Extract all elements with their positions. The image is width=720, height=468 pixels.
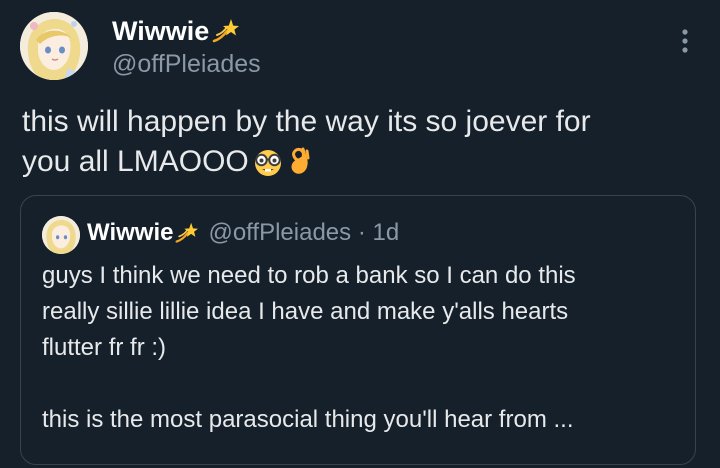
quote-text-line: this is the most parasocial thing you'll…	[42, 406, 574, 433]
quote-separator: ·	[357, 219, 366, 246]
quote-handle[interactable]: @offPleiades	[208, 219, 351, 246]
more-options-button[interactable]	[670, 26, 700, 56]
tweet-card: Wiwwie @offPleiades this will happen by …	[0, 0, 720, 468]
quoted-tweet[interactable]: Wiwwie @offPleiades · 1d guys I think we…	[20, 195, 696, 465]
nerd-face-icon	[254, 150, 281, 176]
tweet-text-line: this will happen by the way its so joeve…	[22, 105, 591, 138]
quote-text-blank-line	[42, 366, 682, 402]
quote-text: guys I think we need to rob a bank so I …	[42, 258, 682, 438]
emoji-group	[251, 145, 315, 188]
avatar[interactable]	[20, 12, 88, 80]
dizzy-sparkle-icon	[174, 221, 199, 255]
quote-text-line: flutter fr fr :)	[42, 334, 167, 361]
quote-avatar-image	[42, 216, 80, 254]
handle[interactable]: @offPleiades	[112, 47, 261, 81]
quote-text-line: really sillie lillie idea I have and mak…	[42, 298, 569, 325]
tweet-text-line-content: you all LMAOOO	[22, 145, 249, 178]
tweet-text: this will happen by the way its so joeve…	[22, 102, 692, 188]
quote-timestamp[interactable]: 1d	[373, 219, 400, 246]
quote-text-line: guys I think we need to rob a bank so I …	[42, 262, 576, 289]
ok-hand-icon	[291, 147, 310, 174]
tweet-text-line: you all LMAOOO	[22, 142, 692, 188]
avatar-image	[20, 12, 88, 80]
quote-header: Wiwwie @offPleiades · 1d	[87, 216, 399, 255]
more-vertical-icon	[682, 29, 688, 53]
quote-avatar[interactable]	[42, 216, 80, 254]
quote-display-name[interactable]: Wiwwie	[87, 219, 173, 246]
display-name-text: Wiwwie	[112, 16, 210, 46]
